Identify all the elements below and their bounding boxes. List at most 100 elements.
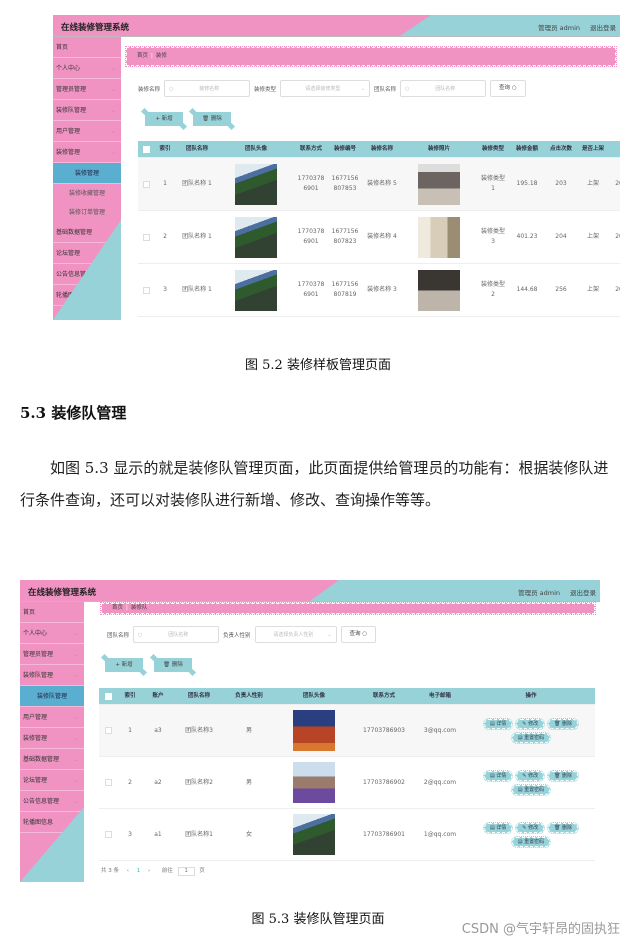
row-checkbox[interactable] [142,286,150,294]
edit-button[interactable]: ✎ 修改 [515,717,546,730]
row-checkbox[interactable] [142,180,150,188]
column-header[interactable]: 装修照片 [402,145,476,154]
decoration-photo [418,216,460,258]
table-row[interactable]: 1 a3 团队名称3 男 17703786903 3@qq.com ▤ 详情 ✎ 修改 🗑 删除… [99,705,595,757]
prev-page-icon[interactable]: ‹ [127,868,129,874]
search-icon: ○ [362,631,368,637]
sidebar-item[interactable]: 装修管理 ⌄ [53,142,121,163]
row-checkbox[interactable] [104,692,112,700]
team-label: 团队名称 [374,86,397,93]
column-header[interactable]: 团队名称 [173,692,225,701]
checkbox-cell [99,779,117,786]
row-checkbox[interactable] [104,727,112,734]
row-checkbox[interactable] [104,831,112,838]
column-header[interactable]: 团队头像 [273,692,355,701]
sidebar-item[interactable]: 个人中心 ⌄ [20,623,84,644]
column-header[interactable]: 联系方式 [355,692,413,701]
query-button[interactable]: 查询 ○ [490,80,526,97]
sidebar-item[interactable]: 装修收藏管理 [53,184,121,203]
delete-button[interactable]: 🗑 删除 [547,821,580,834]
column-header[interactable]: 联系方式 [294,145,328,154]
column-header[interactable]: 电子邮箱 [413,692,467,701]
column-header[interactable]: 装修名称 [362,145,402,154]
column-header[interactable]: 装修编号 [328,145,362,154]
name-search-input[interactable]: ○ 装修名称 [164,80,251,97]
sex-cell: 女 [245,830,252,838]
delete-button[interactable]: 🗑 删除 [547,769,580,782]
add-button[interactable]: + 新增 [145,112,183,126]
chevron-down-icon: ⌄ [110,86,116,93]
column-header[interactable]: 团队名称 [176,145,218,154]
sidebar-item[interactable]: 管理员管理 ⌄ [53,79,121,100]
table-row[interactable]: 1 团队名称 1 1770378 6901 1677156 807853 装修名称 5 装… [138,158,620,211]
edit-button[interactable]: ✎ 修改 [515,769,546,782]
sidebar-item[interactable]: 论坛管理 ⌄ [20,770,84,791]
sidebar-item-label: 装修队管理 [23,672,54,679]
team-search-input[interactable]: ○ 团队名称 [133,626,220,643]
details-button[interactable]: ▤ 详情 [482,717,514,730]
sidebar-item[interactable]: 首页 [53,37,121,58]
column-header[interactable]: 装 [608,145,620,154]
table-row[interactable]: 3 a1 团队名称1 女 17703786901 1@qq.com ▤ 详情 ✎ 修改 🗑 删除… [99,809,595,861]
table-row[interactable]: 3 团队名称 1 1770378 6901 1677156 807819 装修名称 3 装… [138,264,620,317]
row-checkbox[interactable] [142,233,150,241]
add-button[interactable]: + 新增 [105,658,143,672]
sidebar-item[interactable]: 首页 [20,602,84,623]
sidebar-item[interactable]: 装修管理 ⌄ [20,728,84,749]
reset-password-button[interactable]: ▤ 重置密码 [510,835,552,848]
row-checkbox[interactable] [104,779,112,786]
edit-button[interactable]: ✎ 修改 [515,821,546,834]
row-checkbox[interactable] [142,145,150,153]
sidebar-item-label: 装修管理 [56,149,81,156]
sidebar-item[interactable]: 个人中心 ⌄ [53,58,121,79]
delete-button[interactable]: 🗑 删除 [154,658,192,672]
sidebar-item[interactable]: 基础数据管理 ⌄ [20,749,84,770]
column-header[interactable]: 操作 [467,692,595,701]
sidebar-item[interactable]: 用户管理 ⌄ [20,707,84,728]
details-button[interactable]: ▤ 详情 [482,821,514,834]
column-header[interactable]: 团队头像 [218,145,294,154]
query-button[interactable]: 查询 ○ [340,626,377,643]
delete-button[interactable]: 🗑 删除 [547,717,580,730]
column-header[interactable]: 装修金额 [510,145,544,154]
sidebar-item[interactable]: 用户管理 ⌄ [53,121,121,142]
column-header[interactable]: 索引 [117,692,143,701]
chevron-down-icon: ⌄ [73,735,79,742]
sidebar-item[interactable]: 装修队管理 ⌄ [20,665,84,686]
sidebar-item[interactable]: 管理员管理 ⌄ [20,644,84,665]
table-row[interactable]: 2 a2 团队名称2 男 17703786902 2@qq.com ▤ 详情 ✎ 修改 🗑 删除… [99,757,595,809]
app-title: 在线装修管理系统 [28,588,97,598]
goto-page-input[interactable]: 1 [177,867,195,876]
sex-select[interactable]: 请选择负责人性别 ⌄ [254,626,337,643]
page-1[interactable]: 1 [137,868,141,874]
phone-cell: 1770378 6901 [297,175,325,192]
amount-cell: 401.23 [516,233,538,241]
sex-label: 负责人性别 [223,632,251,639]
logout-link[interactable]: 退出登录 [590,24,616,32]
column-header[interactable]: 装修类型 [476,145,510,154]
next-page-icon[interactable]: › [148,868,150,874]
breadcrumb-home[interactable]: 首页 [112,605,123,611]
sidebar-item-label: 个人中心 [56,65,81,72]
breadcrumb-home[interactable]: 首页 [137,53,148,59]
reset-password-button[interactable]: ▤ 重置密码 [510,731,552,744]
delete-button[interactable]: 🗑 删除 [193,112,231,126]
reset-password-button[interactable]: ▤ 重置密码 [510,783,552,796]
sidebar-item[interactable]: 装修队管理 ⌄ [53,100,121,121]
column-header[interactable]: 索引 [154,145,176,154]
decoration-photo [418,269,460,311]
details-button[interactable]: ▤ 详情 [482,769,514,782]
actions-cell: ▤ 详情 ✎ 修改 🗑 删除▤ 重置密码 [467,769,595,797]
table-row[interactable]: 2 团队名称 1 1770378 6901 1677156 807823 装修名称 4 装… [138,211,620,264]
team-search-input[interactable]: ○ 团队名称 [400,80,487,97]
column-header[interactable]: 账户 [143,692,173,701]
photo-cell [402,269,476,311]
column-header[interactable]: 负责人性别 [225,692,273,701]
sidebar-item[interactable]: 装修队管理 [20,686,84,707]
sidebar-item[interactable]: 装修管理 [53,163,121,184]
column-header[interactable]: 点击次数 [544,145,578,154]
logout-link[interactable]: 退出登录 [570,589,596,597]
column-header[interactable]: 是否上架 [578,145,608,154]
team-avatar-image [293,762,335,803]
type-select[interactable]: 请选择装修类型 ⌄ [280,80,371,97]
